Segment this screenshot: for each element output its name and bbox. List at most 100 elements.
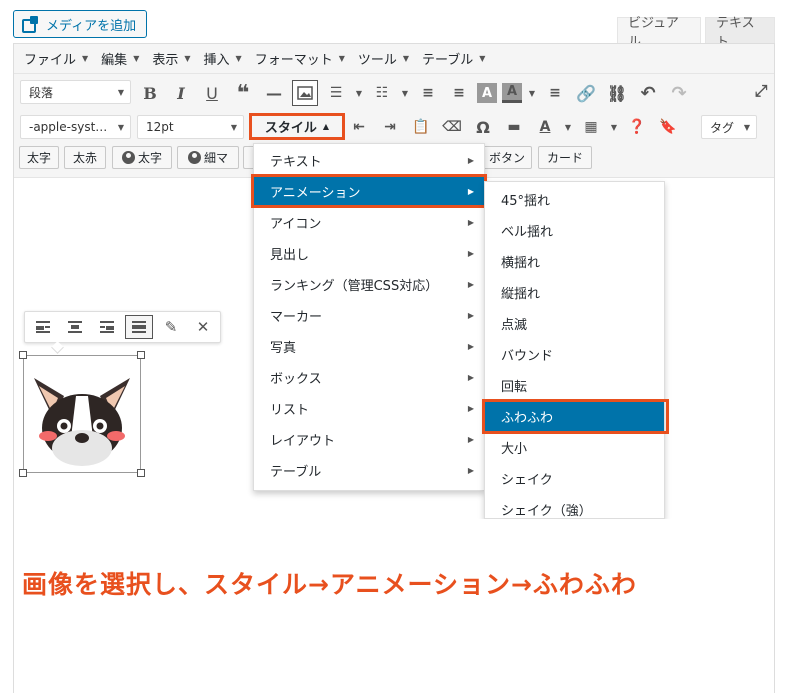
- tab-visual[interactable]: ビジュアル: [617, 16, 701, 50]
- style-menu-item-label: レイアウト: [270, 434, 336, 449]
- animation-menu-item-label: 点滅: [501, 318, 528, 333]
- animation-menu-item[interactable]: 横揺れ: [485, 246, 664, 277]
- style-menu-item[interactable]: ボックス ▶: [254, 362, 484, 393]
- style-menu-item[interactable]: マーカー ▶: [254, 300, 484, 331]
- animation-menu-item[interactable]: シェイク（強）: [485, 494, 664, 519]
- add-media-label: メディアを追加: [46, 18, 137, 34]
- undo-icon[interactable]: ↶: [635, 80, 661, 106]
- italic-icon[interactable]: I: [168, 80, 194, 106]
- help-icon[interactable]: ❓: [624, 114, 650, 140]
- edit-pencil-icon[interactable]: ✎: [157, 315, 185, 339]
- menu-view[interactable]: 表示 ▼: [152, 49, 199, 68]
- bookmark-icon[interactable]: 🔖: [655, 114, 681, 140]
- chevron-down-icon: ▼: [184, 54, 191, 63]
- image-icon[interactable]: [292, 80, 318, 106]
- text-color-icon[interactable]: A: [502, 83, 522, 103]
- link-icon[interactable]: 🔗: [573, 80, 599, 106]
- outdent-icon[interactable]: ⇤: [346, 114, 372, 140]
- animation-menu-item[interactable]: 縦揺れ: [485, 277, 664, 308]
- chevron-down-icon[interactable]: ▼: [400, 89, 410, 98]
- resize-handle[interactable]: [19, 351, 27, 359]
- align-center-icon[interactable]: [61, 315, 89, 339]
- animation-menu-item[interactable]: 45°揺れ: [485, 184, 664, 215]
- bold-custom-button[interactable]: 太字: [19, 146, 59, 169]
- user-thin-marker-button[interactable]: 細マ: [177, 146, 239, 169]
- animation-menu-item-label: シェイク（強）: [501, 504, 592, 519]
- user-bold-button[interactable]: 太字: [112, 146, 172, 169]
- resize-handle[interactable]: [137, 469, 145, 477]
- chevron-right-icon: ▶: [467, 187, 474, 196]
- menu-file-label: ファイル: [24, 53, 77, 68]
- style-menu-item[interactable]: リスト ▶: [254, 393, 484, 424]
- text-background-color-icon[interactable]: A: [477, 83, 497, 103]
- chevron-down-icon[interactable]: ▼: [563, 123, 573, 132]
- menu-file[interactable]: ファイル ▼: [24, 49, 97, 68]
- underline-icon[interactable]: U: [199, 80, 225, 106]
- bold-icon[interactable]: B: [137, 80, 163, 106]
- chevron-down-icon[interactable]: ▼: [609, 123, 619, 132]
- style-menu-item[interactable]: 見出し ▶: [254, 238, 484, 269]
- animation-menu-item[interactable]: 回転: [485, 370, 664, 401]
- animation-menu-item[interactable]: 点滅: [485, 308, 664, 339]
- animation-menu-item[interactable]: シェイク: [485, 463, 664, 494]
- remove-icon[interactable]: ✕: [189, 315, 217, 339]
- clear-formatting-icon[interactable]: ⌫: [439, 114, 465, 140]
- animation-menu-item[interactable]: ベル揺れ: [485, 215, 664, 246]
- editor-menubar: ファイル ▼ 編集 ▼ 表示 ▼ 挿入 ▼ フォーマット ▼ ツール ▼ テーブル ▼: [14, 44, 774, 74]
- chevron-down-icon[interactable]: ▼: [527, 89, 537, 98]
- table-icon[interactable]: ▦: [578, 114, 604, 140]
- style-menu-item[interactable]: アイコン ▶: [254, 207, 484, 238]
- menu-format[interactable]: フォーマット ▼: [255, 49, 354, 68]
- align-left-icon[interactable]: ≡: [415, 80, 441, 106]
- style-menu-item[interactable]: レイアウト ▶: [254, 424, 484, 455]
- resize-handle[interactable]: [137, 351, 145, 359]
- style-menu-item-label: リスト: [270, 403, 310, 418]
- card-button[interactable]: カード: [538, 146, 592, 169]
- animation-menu-item[interactable]: バウンド: [485, 339, 664, 370]
- align-center-icon[interactable]: ≡: [446, 80, 472, 106]
- animation-menu-item[interactable]: 大小: [485, 432, 664, 463]
- animation-menu-item-label: ベル揺れ: [501, 225, 554, 240]
- unlink-icon[interactable]: ⛓: [604, 80, 630, 106]
- align-none-icon[interactable]: [125, 315, 153, 339]
- menu-edit[interactable]: 編集 ▼: [101, 49, 148, 68]
- style-button[interactable]: スタイル ▲: [249, 113, 345, 140]
- fullscreen-icon[interactable]: ⤢: [748, 78, 774, 104]
- bold-red-button[interactable]: 太赤: [64, 146, 106, 169]
- blockquote-icon[interactable]: ❝: [230, 80, 256, 106]
- paste-text-icon[interactable]: 📋: [408, 114, 434, 140]
- menu-insert[interactable]: 挿入 ▼: [204, 49, 251, 68]
- align-right-icon[interactable]: ≡: [542, 80, 568, 106]
- style-menu-item[interactable]: テキスト ▶: [254, 145, 484, 176]
- style-menu-item[interactable]: ランキング（管理CSS対応） ▶: [254, 269, 484, 300]
- animation-menu-item[interactable]: ふわふわ: [485, 401, 664, 432]
- numbered-list-icon[interactable]: ☷: [369, 80, 395, 106]
- align-left-icon[interactable]: [29, 315, 57, 339]
- style-menu-item-label: ボックス: [270, 372, 322, 387]
- style-menu-item[interactable]: アニメーション ▶: [254, 176, 484, 207]
- horizontal-rule-icon[interactable]: ▬: [501, 114, 527, 140]
- bold-red-label: 太赤: [72, 151, 97, 165]
- selected-image[interactable]: [19, 351, 145, 477]
- font-size-select[interactable]: 12pt ▼: [137, 115, 244, 139]
- resize-handle[interactable]: [19, 469, 27, 477]
- align-right-icon[interactable]: [93, 315, 121, 339]
- menu-tools[interactable]: ツール ▼: [358, 49, 418, 68]
- horizontal-line-icon[interactable]: —: [261, 80, 287, 106]
- style-menu: テキスト ▶ アニメーション ▶ アイコン ▶ 見出し ▶ ランキング（管理CSS対応） ▶ マーカ…: [253, 143, 485, 491]
- indent-icon[interactable]: ⇥: [377, 114, 403, 140]
- style-menu-item[interactable]: 写真 ▶: [254, 331, 484, 362]
- button-style-button[interactable]: ボタン: [482, 146, 532, 169]
- format-select[interactable]: 段落 ▼: [20, 80, 131, 104]
- font-color-icon[interactable]: A: [532, 114, 558, 140]
- style-menu-item[interactable]: テーブル ▶: [254, 455, 484, 486]
- menu-table[interactable]: テーブル ▼: [422, 49, 494, 68]
- chevron-down-icon[interactable]: ▼: [354, 89, 364, 98]
- tag-select[interactable]: タグ ▼: [701, 115, 757, 139]
- font-family-select[interactable]: -apple-syst… ▼: [20, 115, 131, 139]
- special-character-icon[interactable]: Ω: [470, 114, 496, 140]
- tab-text[interactable]: テキスト: [705, 16, 775, 50]
- add-media-button[interactable]: メディアを追加: [13, 10, 147, 38]
- redo-icon[interactable]: ↷: [666, 80, 692, 106]
- bullet-list-icon[interactable]: ☰: [323, 80, 349, 106]
